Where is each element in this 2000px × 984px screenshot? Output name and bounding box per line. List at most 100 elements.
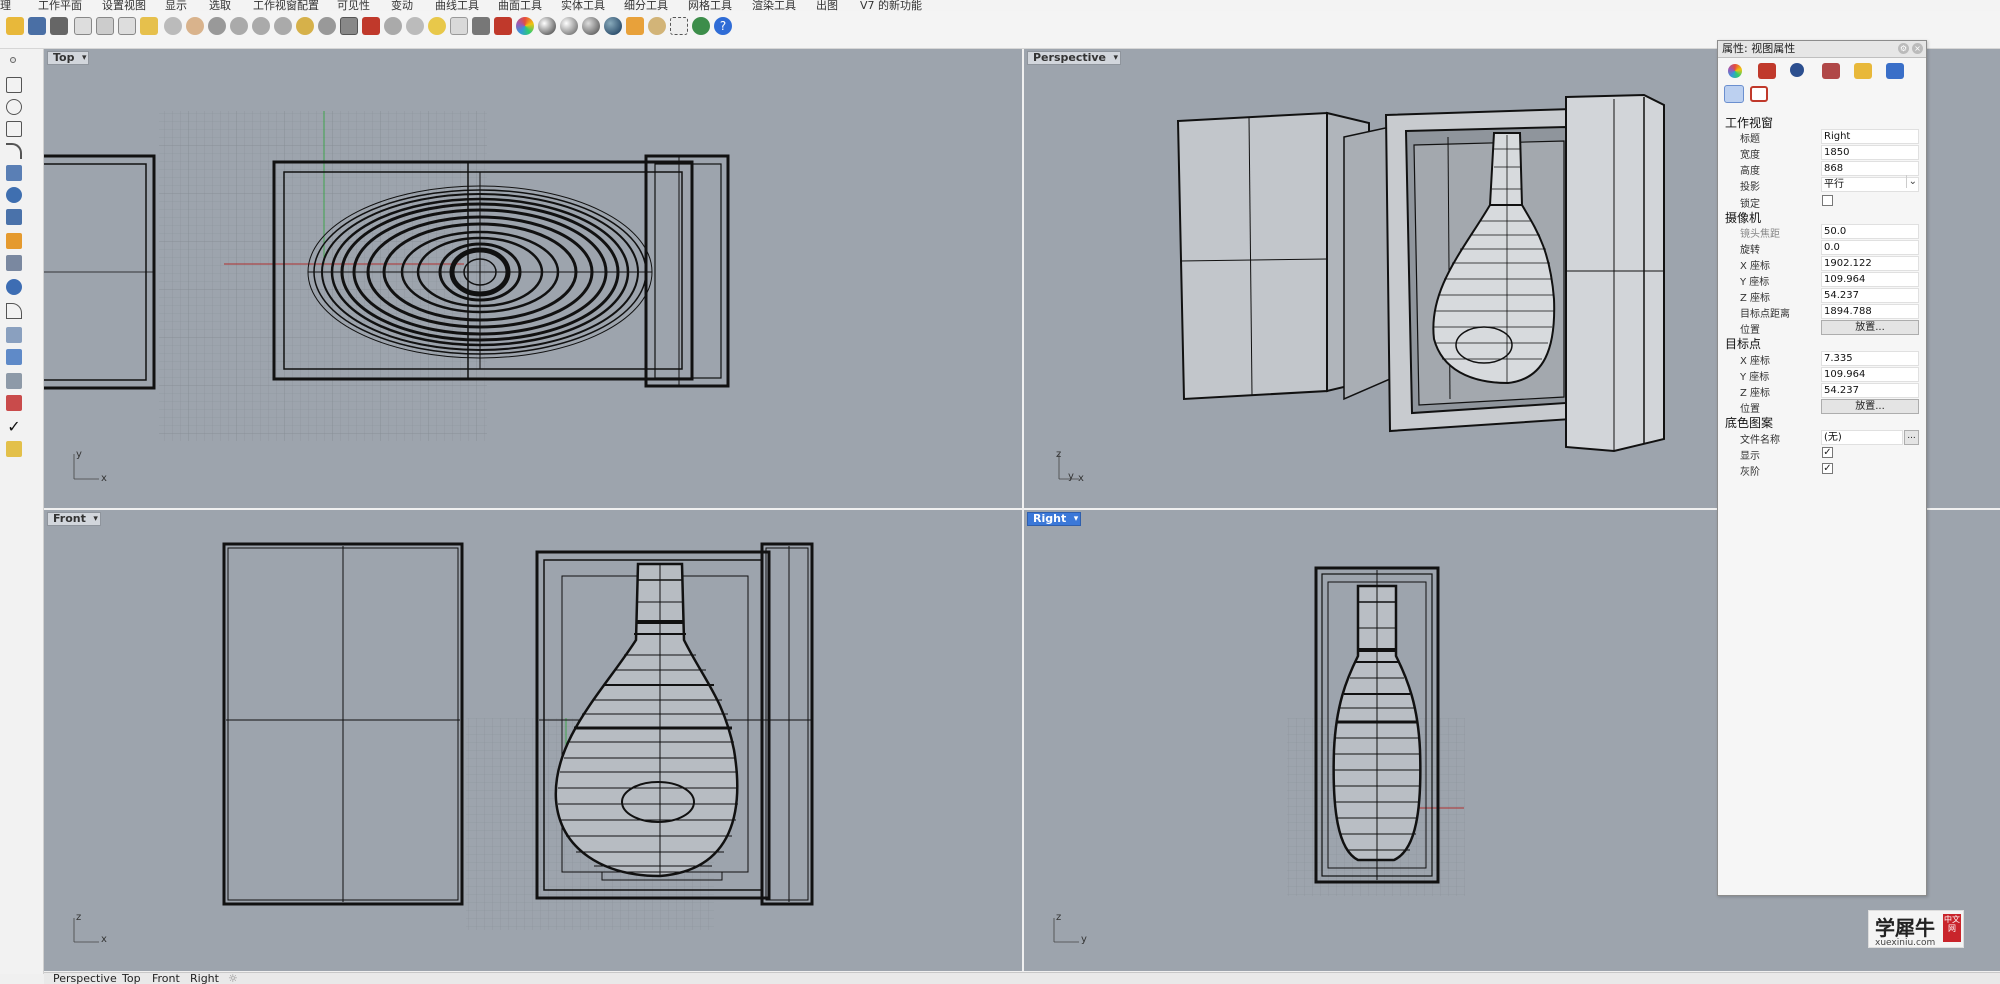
viewport-top[interactable]: y x Top bbox=[44, 49, 1022, 508]
tab-right[interactable]: Right bbox=[190, 972, 219, 984]
zoom-extents-icon[interactable] bbox=[274, 17, 292, 35]
layer-color-icon[interactable] bbox=[494, 17, 512, 35]
viewport-front[interactable]: z x Front bbox=[44, 510, 1022, 971]
copy-icon[interactable] bbox=[118, 17, 136, 35]
menu-item-display[interactable]: 显示 bbox=[165, 0, 187, 11]
menu-item-subd-tools[interactable]: 细分工具 bbox=[624, 0, 668, 11]
polyline-icon[interactable] bbox=[6, 77, 22, 93]
rotate-view-icon[interactable] bbox=[208, 17, 226, 35]
menu-item-viewport-layout[interactable]: 工作视窗配置 bbox=[253, 0, 319, 11]
camera-y-field[interactable]: 109.964 bbox=[1821, 272, 1919, 287]
render-settings-icon[interactable] bbox=[648, 17, 666, 35]
render-light-icon[interactable] bbox=[626, 17, 644, 35]
zoom-selected-icon[interactable] bbox=[296, 17, 314, 35]
boolean-icon[interactable] bbox=[6, 279, 22, 295]
circle-icon[interactable] bbox=[6, 99, 22, 115]
scale-icon[interactable] bbox=[6, 327, 22, 343]
texture-mapping-icon[interactable] bbox=[1822, 63, 1840, 79]
menu-item-solid-tools[interactable]: 实体工具 bbox=[561, 0, 605, 11]
viewport-icon[interactable] bbox=[1750, 86, 1768, 102]
split-icon[interactable] bbox=[6, 255, 22, 271]
menu-item-render-tools[interactable]: 渲染工具 bbox=[752, 0, 796, 11]
menu-item-surface-tools[interactable]: 曲面工具 bbox=[498, 0, 542, 11]
solid-icon[interactable] bbox=[6, 187, 22, 203]
ghosted-sphere-icon[interactable] bbox=[582, 17, 600, 35]
select-point-icon[interactable] bbox=[428, 17, 446, 35]
rendered-sphere-icon[interactable] bbox=[560, 17, 578, 35]
viewport-label-right[interactable]: Right bbox=[1027, 512, 1082, 526]
target-x-field[interactable]: 7.335 bbox=[1821, 351, 1919, 366]
menu-item-layout[interactable]: 出图 bbox=[816, 0, 838, 11]
menu-item-select[interactable]: 选取 bbox=[209, 0, 231, 11]
add-tab-icon[interactable]: ☼ bbox=[228, 972, 238, 984]
camera-x-field[interactable]: 1902.122 bbox=[1821, 256, 1919, 271]
open-icon[interactable] bbox=[6, 17, 24, 35]
target-z-field[interactable]: 54.237 bbox=[1821, 383, 1919, 398]
menu-item-set-view[interactable]: 设置视图 bbox=[102, 0, 146, 11]
zoom-window-icon[interactable] bbox=[252, 17, 270, 35]
lock-icon[interactable] bbox=[472, 17, 490, 35]
four-viewports-icon[interactable] bbox=[340, 17, 358, 35]
focal-field[interactable]: 50.0 bbox=[1821, 224, 1919, 239]
fillet-icon[interactable] bbox=[6, 303, 22, 319]
camera-z-field[interactable]: 54.237 bbox=[1821, 288, 1919, 303]
select-window-icon[interactable] bbox=[670, 17, 688, 35]
named-view-icon[interactable] bbox=[406, 17, 424, 35]
folder-icon[interactable] bbox=[1854, 63, 1872, 79]
browse-button[interactable]: ... bbox=[1904, 430, 1919, 445]
document-icon[interactable] bbox=[1886, 63, 1904, 79]
globe-icon[interactable] bbox=[692, 17, 710, 35]
grayscale-checkbox[interactable]: ✓ bbox=[1822, 463, 1833, 474]
drafting-icon[interactable] bbox=[6, 441, 22, 457]
paste-icon[interactable] bbox=[140, 17, 158, 35]
mesh-icon[interactable] bbox=[6, 209, 22, 225]
xray-sphere-icon[interactable] bbox=[604, 17, 622, 35]
menu-item-workplane[interactable]: 工作平面 bbox=[38, 0, 82, 11]
gear-icon[interactable]: ⚙ bbox=[1898, 43, 1909, 54]
dimension-icon[interactable] bbox=[6, 373, 22, 389]
menu-item-transform[interactable]: 变动 bbox=[391, 0, 413, 11]
render-mesh-icon[interactable] bbox=[1790, 63, 1804, 77]
undo-view-icon[interactable] bbox=[318, 17, 336, 35]
lock-checkbox[interactable] bbox=[1822, 195, 1833, 206]
close-icon[interactable]: × bbox=[1912, 43, 1923, 54]
light-icon[interactable] bbox=[450, 17, 468, 35]
menu-item-prefix[interactable]: 理 bbox=[0, 0, 11, 11]
rotation-field[interactable]: 0.0 bbox=[1821, 240, 1919, 255]
width-field[interactable]: 1850 bbox=[1821, 145, 1919, 160]
filename-field[interactable]: (无) bbox=[1821, 430, 1903, 445]
show-checkbox[interactable]: ✓ bbox=[1822, 447, 1833, 458]
print-icon[interactable] bbox=[50, 17, 68, 35]
layer-view-icon[interactable] bbox=[384, 17, 402, 35]
extrude-icon[interactable] bbox=[6, 233, 22, 249]
point-icon[interactable] bbox=[10, 57, 16, 63]
menu-item-visibility[interactable]: 可见性 bbox=[337, 0, 370, 11]
check-icon[interactable]: ✓ bbox=[6, 419, 22, 435]
analyze-icon[interactable] bbox=[6, 395, 22, 411]
object-color-icon[interactable] bbox=[1728, 64, 1742, 78]
cut-icon[interactable] bbox=[96, 17, 114, 35]
pan-hand-icon[interactable] bbox=[186, 17, 204, 35]
move-icon[interactable] bbox=[362, 17, 380, 35]
array-icon[interactable] bbox=[6, 349, 22, 365]
viewport-label-front[interactable]: Front bbox=[47, 512, 101, 526]
viewport-label-perspective[interactable]: Perspective bbox=[1027, 51, 1122, 65]
camera-icon[interactable] bbox=[1724, 85, 1744, 103]
menu-item-v7-new[interactable]: V7 的新功能 bbox=[860, 0, 922, 11]
save-icon[interactable] bbox=[28, 17, 46, 35]
zoom-icon[interactable] bbox=[230, 17, 248, 35]
color-wheel-icon[interactable] bbox=[516, 17, 534, 35]
projection-select[interactable]: 平行 bbox=[1821, 175, 1919, 192]
camera-place-button[interactable]: 放置... bbox=[1821, 320, 1919, 335]
surface-icon[interactable] bbox=[6, 165, 22, 181]
target-distance-field[interactable]: 1894.788 bbox=[1821, 304, 1919, 319]
title-field[interactable]: Right bbox=[1821, 129, 1919, 144]
new-layer-icon[interactable] bbox=[74, 17, 92, 35]
shaded-sphere-icon[interactable] bbox=[538, 17, 556, 35]
help-icon[interactable]: ? bbox=[714, 17, 732, 35]
viewport-label-top[interactable]: Top bbox=[47, 51, 90, 65]
menu-item-curve-tools[interactable]: 曲线工具 bbox=[435, 0, 479, 11]
target-place-button[interactable]: 放置... bbox=[1821, 399, 1919, 414]
menu-item-mesh-tools[interactable]: 网格工具 bbox=[688, 0, 732, 11]
material-icon[interactable] bbox=[1758, 63, 1776, 79]
